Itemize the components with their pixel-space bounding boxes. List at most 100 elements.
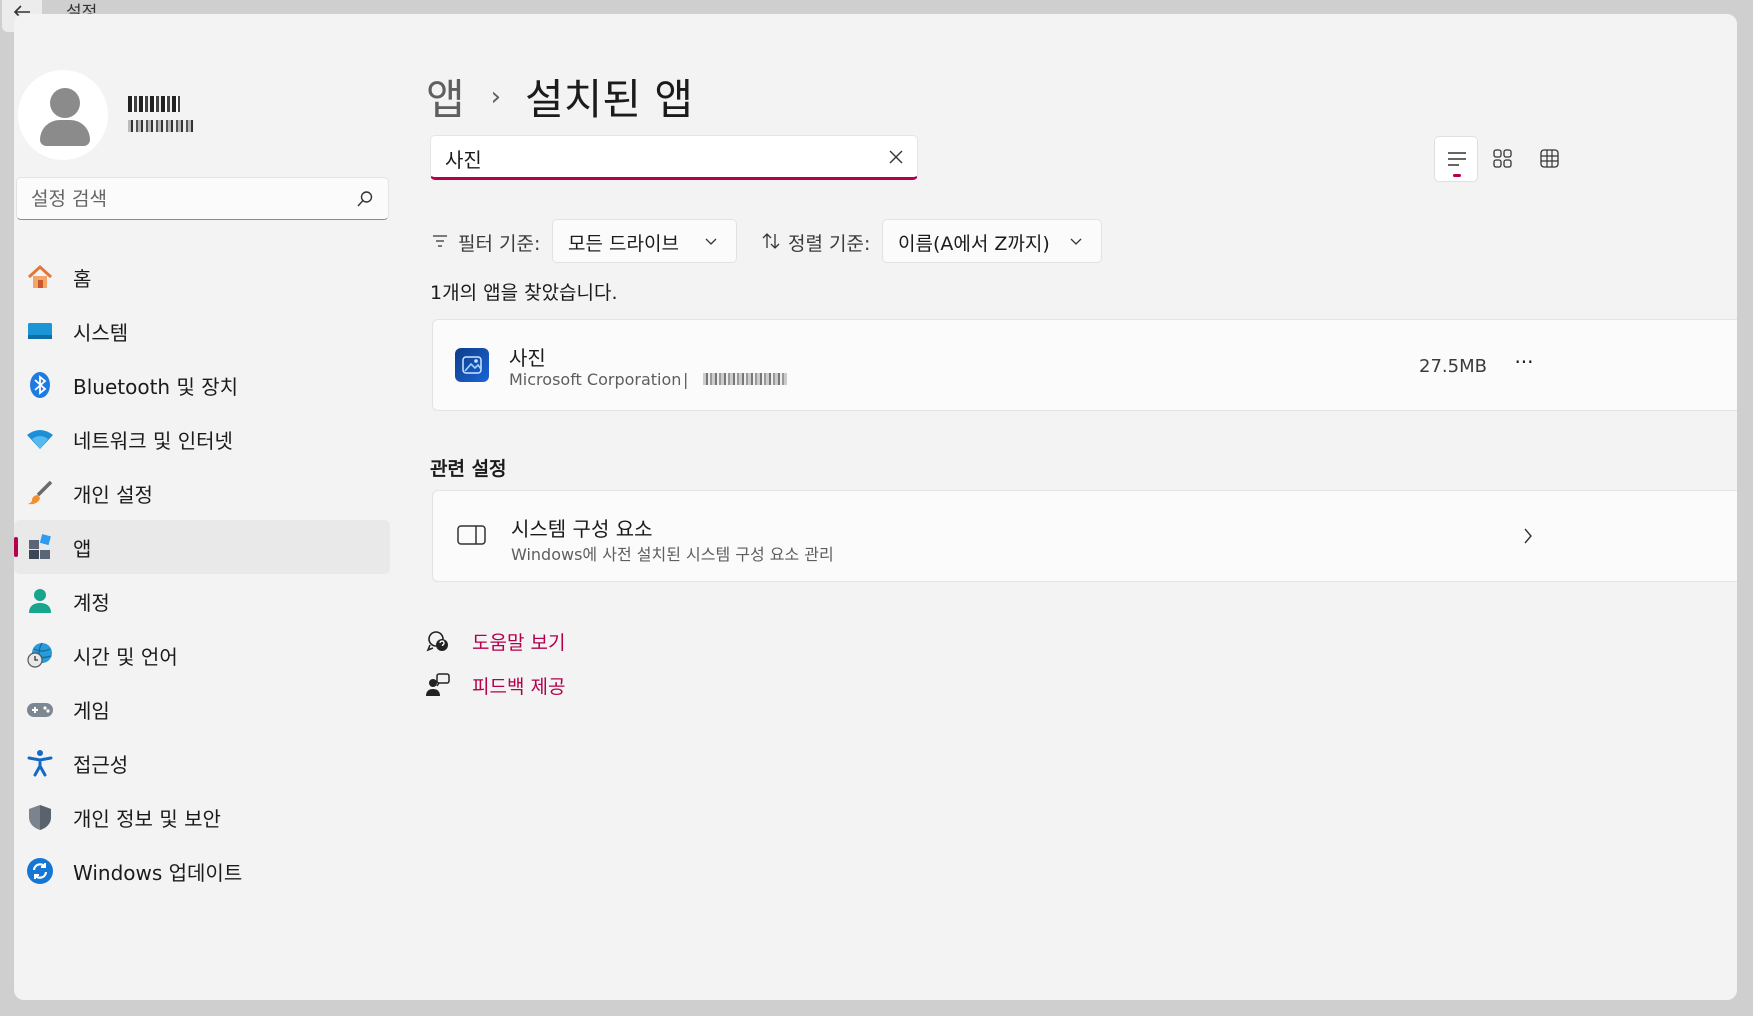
sidebar-item-label: 개인 정보 및 보안	[73, 806, 221, 831]
avatar-head	[50, 88, 80, 118]
feedback-link[interactable]: 피드백 제공	[426, 670, 726, 700]
sidebar-item-label: 앱	[73, 536, 92, 561]
search-icon[interactable]	[356, 190, 374, 208]
filter-icon	[433, 235, 447, 247]
table-view-icon	[1540, 149, 1559, 168]
grid-view-button[interactable]	[1481, 136, 1525, 182]
sort-dropdown-value: 이름(A에서 Z까지)	[898, 233, 1050, 255]
sidebar-item-personalization[interactable]: 개인 설정	[14, 466, 390, 520]
feedback-link-text[interactable]: 피드백 제공	[472, 672, 565, 699]
app-search-box[interactable]	[430, 135, 918, 180]
sidebar-item-label: 계정	[73, 590, 110, 615]
sidebar-item-label: 시스템	[73, 320, 129, 345]
app-list-item[interactable]: 사진 Microsoft Corporation | 27.5MB ···	[432, 319, 1737, 411]
settings-window: 홈 시스템 Bluetooth 및 장치 네트워크 및 인터넷 개인 설정 앱 …	[14, 14, 1737, 1000]
home-icon	[27, 264, 53, 288]
sidebar-item-bluetooth[interactable]: Bluetooth 및 장치	[14, 358, 390, 412]
close-icon	[1736, 0, 1753, 12]
breadcrumb-separator: ›	[490, 81, 502, 112]
grid-view-icon	[1493, 149, 1512, 168]
sidebar-item-label: 네트워크 및 인터넷	[73, 428, 233, 453]
table-view-button[interactable]	[1528, 136, 1572, 182]
accessibility-icon	[27, 750, 53, 777]
chevron-down-icon	[1070, 238, 1082, 245]
user-name-redacted	[128, 96, 180, 112]
bluetooth-icon	[30, 372, 50, 398]
filter-dropdown[interactable]: 모든 드라이브	[552, 219, 737, 263]
sort-label: 정렬 기준:	[788, 233, 871, 255]
account-icon	[29, 589, 51, 613]
globe-clock-icon	[27, 642, 52, 668]
help-link-text[interactable]: 도움말 보기	[472, 628, 565, 655]
avatar[interactable]	[18, 70, 108, 160]
app-version-redacted	[703, 373, 787, 385]
feedback-icon	[426, 673, 450, 696]
avatar-body	[40, 120, 90, 146]
sidebar-item-privacy[interactable]: 개인 정보 및 보안	[14, 790, 390, 844]
update-icon	[27, 858, 53, 884]
chevron-down-icon	[705, 238, 717, 245]
app-publisher: Microsoft Corporation	[509, 370, 682, 389]
sidebar-item-label: 홈	[73, 266, 92, 291]
settings-search-input[interactable]	[31, 184, 351, 214]
sidebar-item-label: 시간 및 언어	[73, 644, 178, 669]
view-mode-group	[1434, 136, 1569, 182]
breadcrumb: 앱 › 설치된 앱	[426, 66, 693, 127]
maximize-icon	[1672, 0, 1698, 12]
sidebar-item-network[interactable]: 네트워크 및 인터넷	[14, 412, 390, 466]
list-view-button[interactable]	[1434, 136, 1478, 182]
system-components-subtitle: Windows에 사전 설치된 시스템 구성 요소 관리	[511, 545, 834, 564]
clear-search-icon[interactable]	[887, 148, 905, 166]
sidebar-item-label: Windows 업데이트	[73, 860, 243, 885]
chevron-right-icon	[1524, 528, 1532, 544]
app-size: 27.5MB	[1419, 356, 1487, 377]
minimize-button[interactable]	[1606, 0, 1632, 12]
sidebar-item-label: 개인 설정	[73, 482, 153, 507]
sidebar-item-accounts[interactable]: 계정	[14, 574, 390, 628]
close-window-button[interactable]	[1736, 0, 1753, 12]
sidebar-item-accessibility[interactable]: 접근성	[14, 736, 390, 790]
results-count: 1개의 앱을 찾았습니다.	[430, 282, 618, 304]
sidebar-item-label: 게임	[73, 698, 110, 723]
gamepad-icon	[27, 703, 53, 717]
system-components-title: 시스템 구성 요소	[511, 517, 653, 541]
app-meta-separator: |	[683, 370, 689, 389]
system-components-card[interactable]: 시스템 구성 요소 Windows에 사전 설치된 시스템 구성 요소 관리	[432, 490, 1737, 582]
app-name: 사진	[509, 346, 546, 370]
wifi-icon	[27, 430, 53, 449]
help-icon	[426, 631, 448, 652]
more-options-button[interactable]: ···	[1509, 350, 1539, 380]
related-settings-title: 관련 설정	[430, 458, 507, 480]
shield-icon	[29, 805, 51, 830]
active-indicator	[14, 537, 18, 557]
help-link[interactable]: 도움말 보기	[426, 626, 726, 656]
sort-dropdown[interactable]: 이름(A에서 Z까지)	[882, 219, 1102, 263]
apps-icon	[29, 534, 51, 559]
photos-app-icon	[455, 348, 489, 382]
list-view-icon	[1448, 152, 1466, 166]
filter-sort-row: 필터 기준: 모든 드라이브 정렬 기준: 이름(A에서 Z까지)	[432, 219, 1132, 263]
settings-search-box[interactable]	[16, 177, 389, 220]
app-search-input[interactable]	[445, 143, 865, 173]
sidebar-item-label: 접근성	[73, 752, 129, 777]
sidebar-item-apps[interactable]: 앱	[14, 520, 390, 574]
sidebar-item-home[interactable]: 홈	[14, 250, 390, 304]
active-view-indicator	[1453, 174, 1461, 177]
filter-label: 필터 기준:	[458, 233, 541, 255]
sidebar-nav: 홈 시스템 Bluetooth 및 장치 네트워크 및 인터넷 개인 설정 앱 …	[14, 250, 390, 898]
sidebar-item-windows-update[interactable]: Windows 업데이트	[14, 844, 390, 898]
sidebar-item-time-language[interactable]: 시간 및 언어	[14, 628, 390, 682]
user-email-redacted	[128, 120, 194, 132]
maximize-button[interactable]	[1672, 0, 1698, 12]
sort-icon	[762, 233, 780, 249]
brush-icon	[28, 480, 53, 505]
system-components-icon	[457, 525, 486, 545]
sidebar-item-label: Bluetooth 및 장치	[73, 374, 239, 399]
photo-icon	[462, 356, 482, 374]
sidebar-item-system[interactable]: 시스템	[14, 304, 390, 358]
minimize-icon	[1606, 0, 1632, 12]
breadcrumb-parent[interactable]: 앱	[426, 66, 465, 127]
sidebar-item-gaming[interactable]: 게임	[14, 682, 390, 736]
system-icon	[28, 323, 52, 339]
filter-dropdown-value: 모든 드라이브	[568, 233, 679, 255]
